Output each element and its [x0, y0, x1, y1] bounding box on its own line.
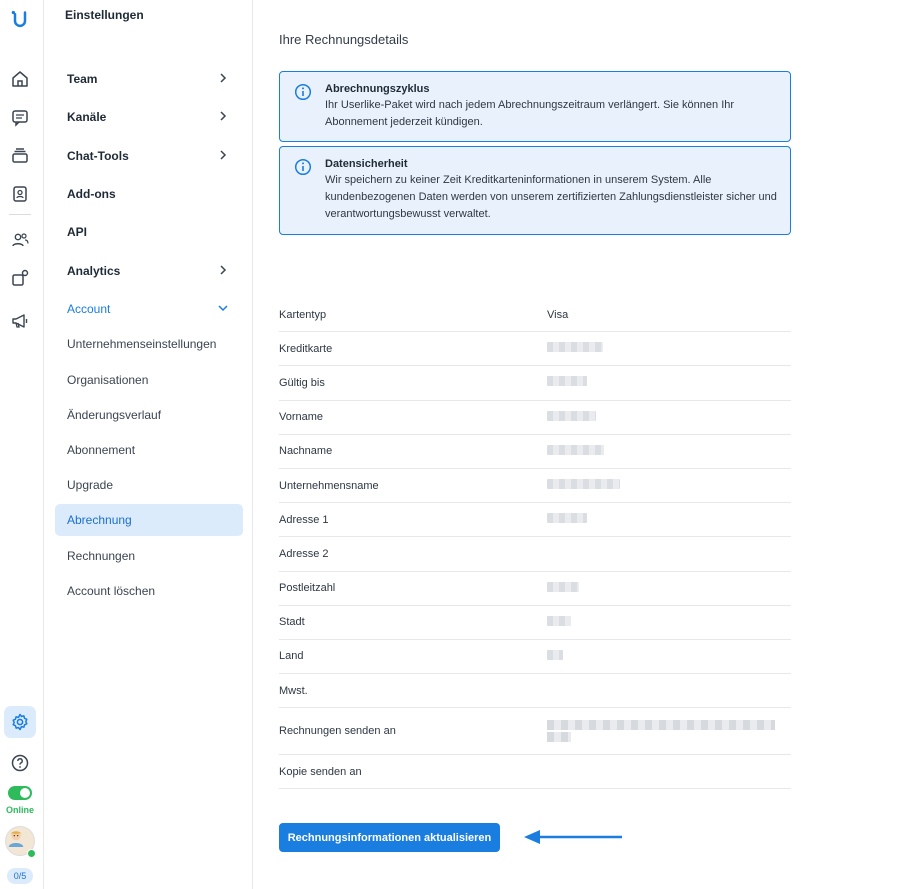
nav-item-label: Add-ons: [67, 187, 116, 201]
megaphone-icon[interactable]: [9, 310, 31, 332]
nav-item-label: API: [67, 225, 88, 239]
update-billing-info-button[interactable]: Rechnungsinformationen aktualisieren: [279, 823, 500, 852]
contacts-icon[interactable]: [9, 183, 31, 205]
home-icon[interactable]: [9, 68, 31, 90]
nav-item-label: Team: [67, 72, 98, 86]
row-label: Vorname: [279, 411, 324, 424]
nav-item-label: Analytics: [67, 264, 121, 278]
redacted-value: [547, 615, 571, 629]
nav-item-analytics[interactable]: Analytics: [55, 256, 243, 286]
rail-divider: [9, 214, 31, 215]
redacted-value: [547, 342, 603, 355]
integrations-icon[interactable]: [9, 267, 31, 289]
info-icon: [294, 158, 312, 176]
info-box-body: Ihr Userlike-Paket wird nach jedem Abrec…: [325, 99, 735, 128]
table-row: Mwst.: [279, 674, 791, 709]
subnav-abonnement[interactable]: Abonnement: [55, 434, 243, 466]
table-row: Kopie senden an: [279, 755, 791, 790]
online-status-label: Online: [5, 805, 34, 815]
row-label: Kopie senden an: [279, 765, 362, 778]
help-icon[interactable]: [9, 752, 31, 774]
info-box-data-security: Datensicherheit Wir speichern zu keiner …: [279, 146, 791, 235]
nav-item-label: Chat-Tools: [67, 149, 129, 163]
nav-title: Einstellungen: [65, 8, 144, 22]
chevron-down-icon: [218, 305, 228, 312]
nav-item-add-ons[interactable]: Add-ons: [55, 179, 243, 209]
inbox-stack-icon[interactable]: [9, 144, 31, 166]
row-label: Rechnungen senden an: [279, 725, 396, 738]
table-row: Kreditkarte: [279, 332, 791, 367]
subnav-abrechnung[interactable]: Abrechnung: [55, 504, 243, 536]
settings-nav: Einstellungen Team Kanäle Chat-Tools Add…: [45, 0, 253, 889]
chevron-right-icon: [220, 265, 227, 275]
table-row: Rechnungen senden an: [279, 708, 791, 756]
online-dot: [27, 849, 36, 858]
subnav-unternehmenseinstellungen[interactable]: Unternehmenseinstellungen: [55, 328, 243, 360]
info-icon: [294, 83, 312, 101]
chat-icon[interactable]: [9, 107, 31, 129]
row-label: Nachname: [279, 445, 333, 458]
redacted-value: [547, 376, 587, 389]
subnav-aenderungsverlauf[interactable]: Änderungsverlauf: [55, 399, 243, 431]
table-row: Unternehmensname: [279, 469, 791, 504]
redacted-value: [547, 649, 563, 663]
redacted-value: [547, 718, 775, 744]
page-title: Ihre Rechnungsdetails: [279, 32, 409, 47]
table-row: Postleitzahl: [279, 572, 791, 606]
billing-details-table: Kartentyp Visa Kreditkarte Gültig bis Vo…: [279, 298, 791, 790]
userlike-logo-icon[interactable]: [8, 8, 32, 32]
table-row: Stadt: [279, 606, 791, 640]
icon-rail: Online 0/5: [0, 0, 44, 889]
table-row: Adresse 1: [279, 503, 791, 538]
nav-item-account[interactable]: Account: [55, 294, 243, 324]
table-row: Gültig bis: [279, 366, 791, 401]
row-label: Land: [279, 650, 304, 663]
subnav-upgrade[interactable]: Upgrade: [55, 469, 243, 501]
table-row: Kartentyp Visa: [279, 298, 791, 333]
nav-item-label: Kanäle: [67, 110, 107, 124]
subnav-account-loeschen[interactable]: Account löschen: [55, 575, 243, 607]
chevron-right-icon: [220, 150, 227, 160]
row-label: Unternehmensname: [279, 479, 379, 492]
row-label: Stadt: [279, 616, 305, 629]
team-icon[interactable]: [9, 229, 31, 251]
nav-item-api[interactable]: API: [55, 217, 243, 247]
chevron-right-icon: [220, 111, 227, 121]
row-label: Postleitzahl: [279, 582, 336, 595]
table-row: Adresse 2: [279, 537, 791, 572]
chevron-right-icon: [220, 73, 227, 83]
table-row: Vorname: [279, 401, 791, 435]
row-label: Adresse 1: [279, 513, 329, 526]
arrow-left-icon: [524, 830, 622, 844]
row-label: Kreditkarte: [279, 342, 333, 355]
nav-item-chat-tools[interactable]: Chat-Tools: [55, 141, 243, 171]
chat-capacity-badge: 0/5: [7, 868, 33, 884]
info-box-title: Abrechnungszyklus: [325, 83, 430, 95]
billing-details-panel: Ihre Rechnungsdetails Abrechnungszyklus …: [254, 0, 910, 889]
table-row: Nachname: [279, 435, 791, 469]
settings-gear-icon[interactable]: [9, 711, 31, 733]
online-toggle[interactable]: [8, 786, 32, 800]
nav-item-team[interactable]: Team: [55, 64, 243, 94]
info-box-title: Datensicherheit: [325, 158, 408, 170]
table-row: Land: [279, 640, 791, 675]
info-box-body: Wir speichern zu keiner Zeit Kreditkarte…: [325, 174, 777, 220]
redacted-value: [547, 513, 587, 526]
row-value-card-type: Visa: [547, 308, 569, 321]
redacted-value: [547, 479, 620, 492]
redacted-value: [547, 444, 604, 458]
subnav-organisationen[interactable]: Organisationen: [55, 364, 243, 396]
row-label: Mwst.: [279, 684, 308, 697]
nav-item-label: Account: [67, 302, 111, 316]
subnav-rechnungen[interactable]: Rechnungen: [55, 540, 243, 572]
row-label: Adresse 2: [279, 547, 329, 560]
redacted-value: [547, 410, 596, 424]
nav-item-kanaele[interactable]: Kanäle: [55, 102, 243, 132]
info-box-billing-cycle: Abrechnungszyklus Ihr Userlike-Paket wir…: [279, 71, 791, 142]
row-label: Kartentyp: [279, 308, 327, 321]
row-label: Gültig bis: [279, 376, 325, 389]
redacted-value: [547, 581, 579, 595]
